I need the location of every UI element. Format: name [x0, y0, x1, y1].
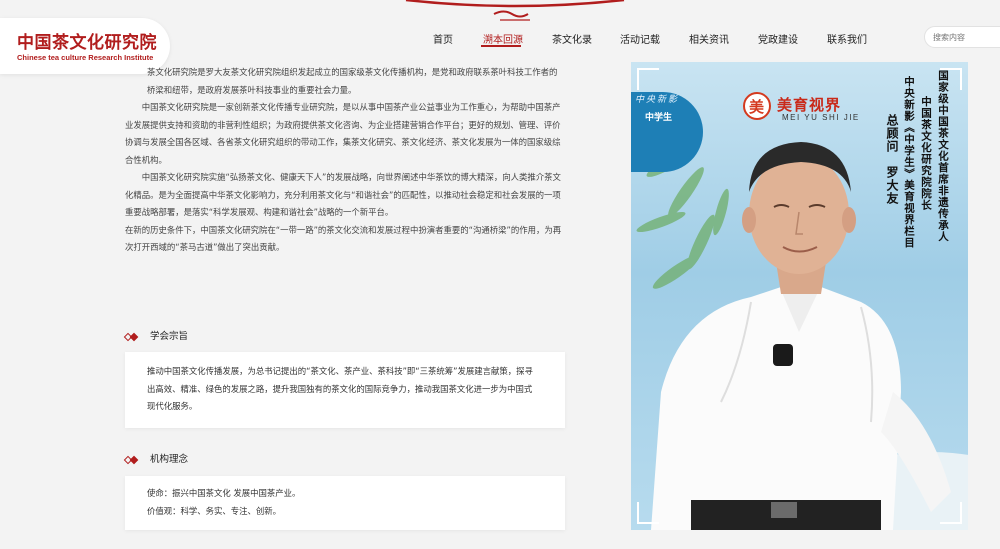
logo-subtitle: Chinese tea culture Research Institute	[17, 53, 154, 62]
diamond-icon	[123, 332, 141, 341]
values-text: 价值观：科学、务实、专注、创新。	[147, 505, 281, 516]
section-title-purpose: 学会宗旨	[123, 328, 188, 342]
caption-col-3: 中央新影《中学生》美育视界栏目	[903, 76, 915, 249]
frame-corner	[940, 68, 962, 90]
nav-party[interactable]: 党政建设	[758, 31, 798, 46]
intro-paragraph: 中国茶文化研究院实施“弘扬茶文化、健康天下人”的发展战略，向世界阐述中华茶饮的博…	[125, 172, 561, 217]
caption-col-1: 国家级中国茶文化首席非遗传承人	[937, 70, 949, 243]
nav-home[interactable]: 首页	[433, 31, 453, 46]
section-title-philosophy: 机构理念	[123, 451, 188, 465]
intro-paragraph: 茶文化研究院是罗大友茶文化研究院组织发起成立的国家级茶文化传播机构，是党和政府联…	[147, 67, 558, 95]
nav-tea-culture[interactable]: 茶文化录	[552, 31, 592, 46]
logo-title: 中国茶文化研究院	[17, 33, 157, 53]
nav-contact[interactable]: 联系我们	[827, 31, 867, 46]
mission-text: 使命：振兴中国茶文化 发展中国茶产业。	[147, 488, 301, 498]
nav-origin[interactable]: 溯本回源	[483, 31, 523, 46]
nav-active-indicator	[481, 45, 521, 47]
diamond-icon	[123, 455, 141, 464]
portrait-illustration	[651, 142, 968, 530]
caption-col-2: 中国茶文化研究院院长	[920, 96, 932, 211]
nav-news[interactable]: 相关资讯	[689, 31, 729, 46]
frame-corner	[637, 502, 659, 524]
intro-paragraph: 在新的历史条件下，中国茶文化研究院在“一带一路”的茶文化交流和发展过程中扮演者重…	[125, 224, 562, 253]
purpose-card: 推动中国茶文化传播发展，为总书记提出的“茶文化、茶产业、茶科技”即“三茶统筹”发…	[125, 352, 565, 428]
purpose-text: 推动中国茶文化传播发展，为总书记提出的“茶文化、茶产业、茶科技”即“三茶统筹”发…	[147, 366, 533, 411]
frame-corner	[940, 502, 962, 524]
header-ornament	[405, 0, 625, 21]
frame-corner	[637, 68, 659, 90]
search-input[interactable]	[924, 26, 1000, 48]
intro-text: 茶文化研究院是罗大友茶文化研究院组织发起成立的国家级茶文化传播机构，是党和政府联…	[125, 64, 565, 257]
nav-activities[interactable]: 活动记载	[620, 31, 660, 46]
philosophy-card: 使命：振兴中国茶文化 发展中国茶产业。 价值观：科学、务实、专注、创新。	[125, 476, 565, 530]
founder-photo: 中央新影 中学生 美 美育视界 MEI YU SHI JIE 国家级中国茶文化首…	[631, 62, 968, 530]
caption-col-4: 总顾问 罗大友	[885, 114, 899, 205]
intro-paragraph: 中国茶文化研究院是一家创新茶文化传播专业研究院，是以从事中国茶产业公益事业为工作…	[125, 102, 561, 165]
